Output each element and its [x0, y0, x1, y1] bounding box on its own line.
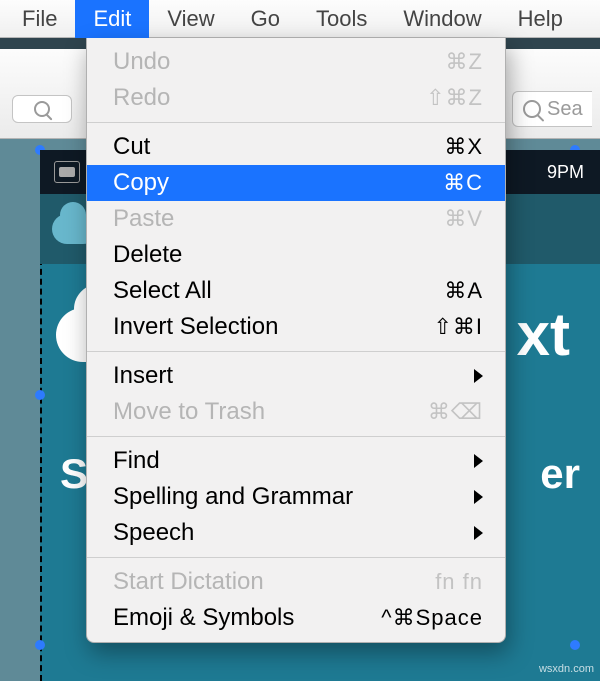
menu-item-shortcut: ⌘⌫	[428, 399, 483, 425]
menu-item-select-all[interactable]: Select All ⌘A	[87, 273, 505, 309]
submenu-arrow-icon	[474, 369, 483, 383]
menu-separator	[87, 557, 505, 558]
menu-separator	[87, 436, 505, 437]
menu-edit[interactable]: Edit	[75, 0, 149, 38]
menu-item-label: Insert	[113, 362, 173, 390]
menu-item-shortcut: ⌘V	[444, 206, 483, 232]
toolbar-search-field[interactable]: Sea	[512, 91, 592, 127]
menu-item-delete[interactable]: Delete	[87, 237, 505, 273]
menu-item-shortcut: ^⌘Space	[381, 605, 483, 631]
selection-handle[interactable]	[570, 640, 580, 650]
menu-item-shortcut: ⇧⌘I	[433, 314, 483, 340]
menu-item-label: Speech	[113, 519, 194, 547]
sub-right: er	[540, 450, 580, 498]
selection-handle[interactable]	[35, 390, 45, 400]
watermark: wsxdn.com	[539, 663, 594, 675]
sub-left: S	[60, 450, 88, 498]
big-text-right: xt	[517, 300, 600, 369]
menu-item-shortcut: ⌘Z	[446, 49, 483, 75]
menu-item-label: Start Dictation	[113, 568, 264, 596]
menu-item-shortcut: ⇧⌘Z	[426, 85, 483, 111]
search-icon	[523, 100, 541, 118]
submenu-arrow-icon	[474, 454, 483, 468]
menu-view[interactable]: View	[149, 0, 232, 38]
menu-item-start-dictation[interactable]: Start Dictation fn fn	[87, 564, 505, 600]
selection-handle[interactable]	[35, 640, 45, 650]
menu-separator	[87, 122, 505, 123]
menu-item-label: Copy	[113, 169, 169, 197]
menu-item-shortcut: ⌘X	[444, 134, 483, 160]
submenu-arrow-icon	[474, 490, 483, 504]
menu-item-insert[interactable]: Insert	[87, 358, 505, 394]
search-placeholder: Sea	[547, 98, 583, 121]
menu-item-speech[interactable]: Speech	[87, 515, 505, 551]
menu-window[interactable]: Window	[385, 0, 499, 38]
menu-item-label: Cut	[113, 133, 150, 161]
menu-item-shortcut: ⌘A	[444, 278, 483, 304]
search-icon	[34, 101, 50, 117]
menu-item-cut[interactable]: Cut ⌘X	[87, 129, 505, 165]
menubar: File Edit View Go Tools Window Help	[0, 0, 600, 38]
menu-item-label: Select All	[113, 277, 212, 305]
menu-item-paste[interactable]: Paste ⌘V	[87, 201, 505, 237]
menu-item-undo[interactable]: Undo ⌘Z	[87, 44, 505, 80]
menu-separator	[87, 351, 505, 352]
menu-item-label: Delete	[113, 241, 182, 269]
menu-item-shortcut: fn fn	[435, 569, 483, 595]
menu-item-label: Move to Trash	[113, 398, 265, 426]
menu-item-shortcut: ⌘C	[443, 170, 483, 196]
submenu-arrow-icon	[474, 526, 483, 540]
menu-item-find[interactable]: Find	[87, 443, 505, 479]
menu-item-label: Invert Selection	[113, 313, 278, 341]
menu-item-invert-selection[interactable]: Invert Selection ⇧⌘I	[87, 309, 505, 345]
menu-item-label: Redo	[113, 84, 170, 112]
edit-menu-panel: Undo ⌘Z Redo ⇧⌘Z Cut ⌘X Copy ⌘C Paste ⌘V…	[86, 38, 506, 643]
menu-item-label: Undo	[113, 48, 170, 76]
menu-item-label: Emoji & Symbols	[113, 604, 294, 632]
menu-help[interactable]: Help	[500, 0, 581, 38]
statusbar-time: 9PM	[547, 162, 584, 183]
menu-go[interactable]: Go	[233, 0, 298, 38]
menu-item-label: Find	[113, 447, 160, 475]
menu-item-label: Paste	[113, 205, 174, 233]
toolbar-search-small[interactable]	[12, 95, 72, 123]
menu-item-label: Spelling and Grammar	[113, 483, 353, 511]
menu-file[interactable]: File	[4, 0, 75, 38]
menu-tools[interactable]: Tools	[298, 0, 385, 38]
menu-item-copy[interactable]: Copy ⌘C	[87, 165, 505, 201]
menu-item-move-to-trash[interactable]: Move to Trash ⌘⌫	[87, 394, 505, 430]
menu-item-emoji-symbols[interactable]: Emoji & Symbols ^⌘Space	[87, 600, 505, 636]
image-icon	[54, 161, 80, 183]
menu-item-redo[interactable]: Redo ⇧⌘Z	[87, 80, 505, 116]
menu-item-spelling-grammar[interactable]: Spelling and Grammar	[87, 479, 505, 515]
